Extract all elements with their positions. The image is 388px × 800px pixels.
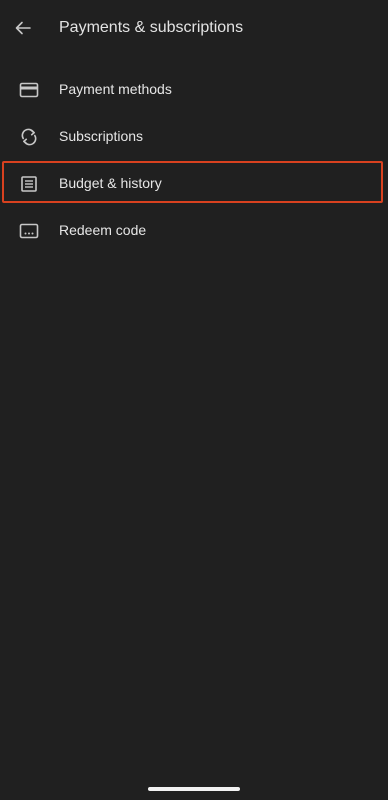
back-button[interactable] — [8, 13, 38, 43]
menu-list: Payment methods Subscriptions Budget & h… — [0, 66, 388, 254]
sync-icon — [17, 125, 41, 149]
menu-item-subscriptions[interactable]: Subscriptions — [0, 113, 388, 160]
app-bar: Payments & subscriptions — [0, 0, 388, 56]
menu-item-label: Budget & history — [59, 175, 162, 191]
list-document-icon — [17, 172, 41, 196]
menu-item-budget-history[interactable]: Budget & history — [0, 160, 388, 207]
menu-item-payment-methods[interactable]: Payment methods — [0, 66, 388, 113]
credit-card-icon — [17, 78, 41, 102]
menu-item-label: Subscriptions — [59, 128, 144, 144]
arrow-back-icon — [14, 19, 32, 37]
menu-item-label: Payment methods — [59, 81, 172, 97]
menu-item-label: Redeem code — [59, 222, 147, 238]
menu-item-redeem-code[interactable]: Redeem code — [0, 207, 388, 254]
code-card-icon — [17, 219, 41, 243]
home-indicator[interactable] — [148, 787, 240, 791]
page-title: Payments & subscriptions — [59, 19, 244, 36]
